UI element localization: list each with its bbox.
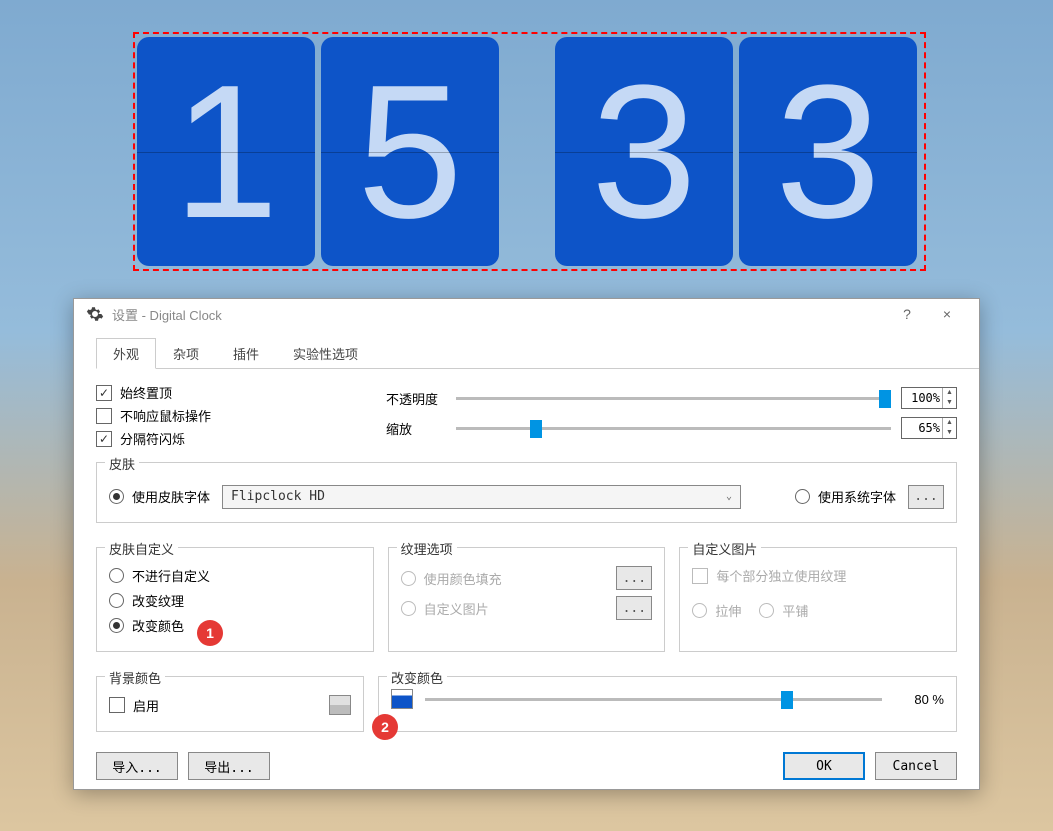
texture-fill-button: ... bbox=[616, 566, 652, 590]
radio-tile: 平铺 bbox=[759, 601, 808, 620]
opacity-slider[interactable] bbox=[456, 397, 891, 400]
radio-stretch: 拉伸 bbox=[692, 601, 741, 620]
tab-appearance[interactable]: 外观 bbox=[96, 338, 156, 369]
cancel-button[interactable]: Cancel bbox=[875, 752, 957, 780]
tab-misc[interactable]: 杂项 bbox=[156, 338, 216, 369]
radio-texture-image: 自定义图片 ... bbox=[401, 596, 653, 620]
texture-image-button: ... bbox=[616, 596, 652, 620]
radio-use-system-font[interactable]: 使用系统字体 bbox=[795, 487, 896, 506]
group-skin-custom: 皮肤自定义 不进行自定义 改变纹理 改变颜色 1 bbox=[96, 547, 374, 652]
group-change-color-legend: 改变颜色 bbox=[387, 668, 447, 687]
radio-texture-fill: 使用颜色填充 ... bbox=[401, 566, 653, 590]
group-change-color: 改变颜色 80 % bbox=[378, 676, 957, 732]
radio-custom-texture[interactable]: 改变纹理 bbox=[109, 591, 361, 610]
tab-bar: 外观 杂项 插件 实验性选项 bbox=[96, 337, 979, 369]
help-button[interactable]: ? bbox=[887, 299, 927, 329]
group-skin-custom-legend: 皮肤自定义 bbox=[105, 539, 178, 558]
opacity-spinner[interactable]: 100% ▲▼ bbox=[901, 387, 957, 409]
group-custom-image-legend: 自定义图片 bbox=[688, 539, 761, 558]
titlebar[interactable]: 设置 - Digital Clock ? × bbox=[74, 299, 979, 329]
group-skin: 皮肤 使用皮肤字体 Flipclock HD ⌄ 使用系统字体 ... bbox=[96, 462, 957, 523]
radio-custom-none[interactable]: 不进行自定义 bbox=[109, 566, 361, 585]
clock-digit-2: 5 bbox=[321, 37, 499, 266]
group-texture-options: 纹理选项 使用颜色填充 ... 自定义图片 ... bbox=[388, 547, 666, 652]
system-font-button[interactable]: ... bbox=[908, 485, 944, 509]
zoom-slider[interactable] bbox=[456, 427, 891, 430]
tab-plugins[interactable]: 插件 bbox=[216, 338, 276, 369]
tab-experimental[interactable]: 实验性选项 bbox=[276, 338, 375, 369]
opacity-label: 不透明度 bbox=[386, 389, 446, 408]
annotation-badge-2: 2 bbox=[372, 714, 398, 740]
annotation-badge-1: 1 bbox=[197, 620, 223, 646]
dialog-title: 设置 - Digital Clock bbox=[112, 305, 222, 324]
zoom-spinner[interactable]: 65% ▲▼ bbox=[901, 417, 957, 439]
button-bar: 导入... 导出... OK Cancel bbox=[74, 742, 979, 796]
tab-content: ✓ 始终置顶 不响应鼠标操作 ✓ 分隔符闪烁 不透明度 bbox=[74, 369, 979, 742]
group-custom-image: 自定义图片 每个部分独立使用纹理 拉伸 平铺 bbox=[679, 547, 957, 652]
gear-icon bbox=[86, 305, 104, 323]
export-button[interactable]: 导出... bbox=[188, 752, 270, 780]
check-always-top-label: 始终置顶 bbox=[120, 383, 172, 402]
zoom-label: 缩放 bbox=[386, 419, 446, 438]
clock-digit-1: 1 bbox=[137, 37, 315, 266]
close-button[interactable]: × bbox=[927, 299, 967, 329]
change-color-swatch[interactable] bbox=[391, 689, 413, 709]
change-color-value: 80 % bbox=[894, 692, 944, 707]
check-ignore-mouse[interactable]: 不响应鼠标操作 bbox=[96, 406, 356, 425]
settings-dialog: 设置 - Digital Clock ? × 外观 杂项 插件 实验性选项 ✓ … bbox=[73, 298, 980, 790]
check-blink-separator[interactable]: ✓ 分隔符闪烁 bbox=[96, 429, 356, 448]
skin-combo[interactable]: Flipclock HD ⌄ bbox=[222, 485, 741, 509]
bg-color-swatch[interactable] bbox=[329, 695, 351, 715]
check-always-top[interactable]: ✓ 始终置顶 bbox=[96, 383, 356, 402]
group-skin-legend: 皮肤 bbox=[105, 454, 139, 473]
group-texture-legend: 纹理选项 bbox=[397, 539, 457, 558]
chevron-down-icon: ⌄ bbox=[726, 491, 732, 502]
clock-digit-3: 3 bbox=[555, 37, 733, 266]
clock-digit-4: 3 bbox=[739, 37, 917, 266]
import-button[interactable]: 导入... bbox=[96, 752, 178, 780]
flip-clock[interactable]: 1 5 3 3 bbox=[133, 32, 926, 271]
group-bg-color: 背景颜色 启用 bbox=[96, 676, 364, 732]
radio-use-skin-font[interactable]: 使用皮肤字体 bbox=[109, 487, 210, 506]
group-bg-legend: 背景颜色 bbox=[105, 668, 165, 687]
radio-custom-color[interactable]: 改变颜色 bbox=[109, 616, 361, 635]
check-ignore-mouse-label: 不响应鼠标操作 bbox=[120, 406, 211, 425]
change-color-slider[interactable] bbox=[425, 698, 882, 701]
check-blink-separator-label: 分隔符闪烁 bbox=[120, 429, 185, 448]
check-bg-enable[interactable]: 启用 bbox=[109, 695, 351, 715]
ok-button[interactable]: OK bbox=[783, 752, 865, 780]
check-per-part-texture: 每个部分独立使用纹理 bbox=[692, 566, 944, 585]
